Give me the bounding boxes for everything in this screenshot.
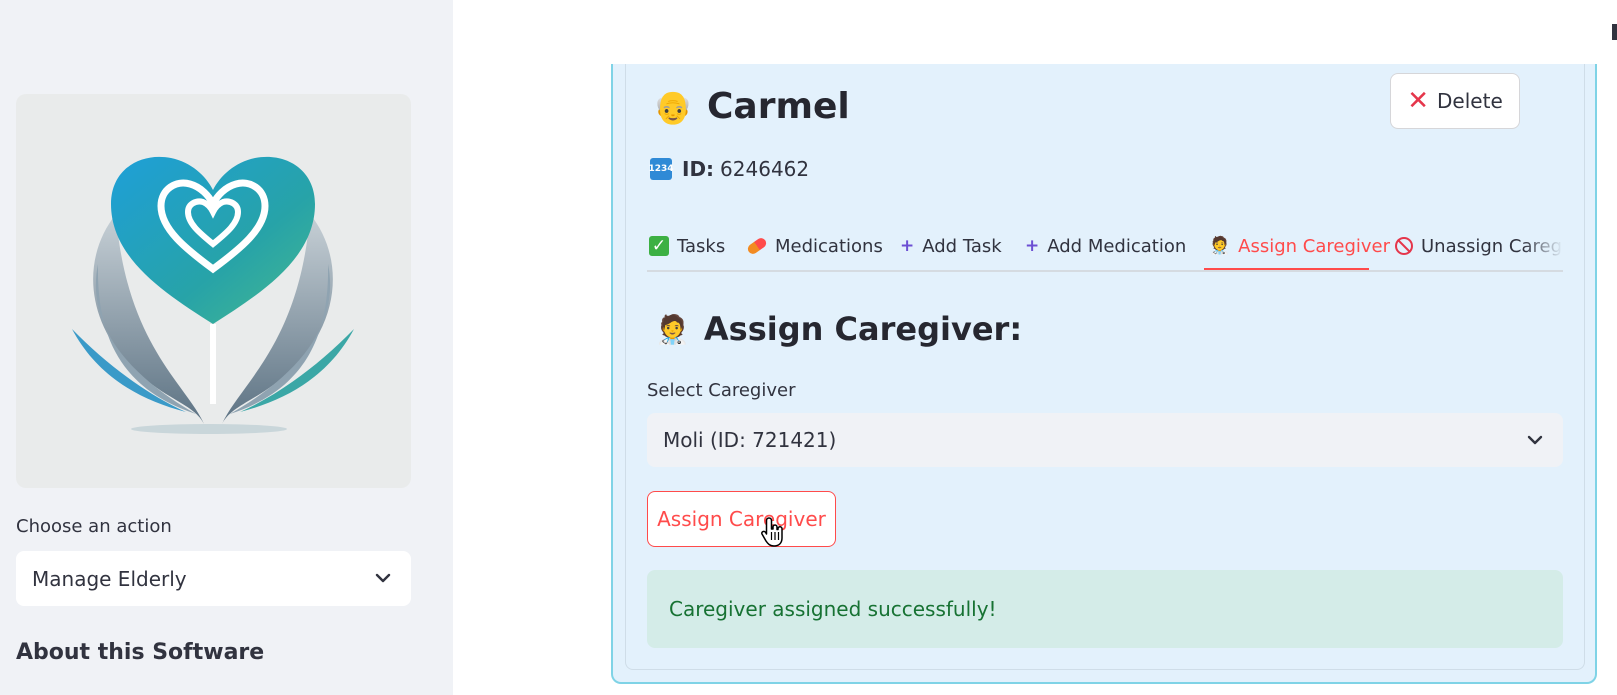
tab-label: Medications xyxy=(775,235,883,257)
health-worker-icon: 🧑‍⚕️ xyxy=(1209,236,1231,256)
assign-caregiver-heading: 🧑‍⚕️ Assign Caregiver: xyxy=(655,310,1022,348)
hand-pointer-cursor-icon xyxy=(761,517,783,547)
numbers-icon: 1234 xyxy=(648,158,674,180)
toolbar-edge-mark xyxy=(1612,24,1617,40)
elderly-name-row: 👴 Carmel xyxy=(653,86,850,127)
caregiver-select[interactable]: Moli (ID: 721421) xyxy=(647,413,1563,467)
success-alert: Caregiver assigned successfully! xyxy=(647,570,1563,648)
tab-overflow-fade xyxy=(1523,212,1563,270)
assign-caregiver-button[interactable]: Assign Caregiver xyxy=(647,491,836,547)
action-select[interactable]: Manage Elderly xyxy=(16,551,411,606)
health-worker-icon: 🧑‍⚕️ xyxy=(655,312,690,346)
action-label: Choose an action xyxy=(16,516,172,537)
tab-assign-caregiver[interactable]: 🧑‍⚕️ Assign Caregiver xyxy=(1209,222,1390,270)
action-select-value: Manage Elderly xyxy=(32,566,187,591)
delete-button[interactable]: ✕ Delete xyxy=(1390,73,1520,129)
chevron-down-icon xyxy=(375,573,391,583)
app-logo xyxy=(16,94,411,488)
active-tab-indicator xyxy=(1204,268,1369,270)
delete-button-label: Delete xyxy=(1437,89,1503,113)
pill-icon xyxy=(745,236,769,256)
close-icon: ✕ xyxy=(1407,86,1430,116)
heart-hands-logo-icon xyxy=(72,156,354,434)
plus-icon: + xyxy=(900,236,915,256)
plus-icon: + xyxy=(1025,236,1040,256)
tab-label: Add Task xyxy=(922,235,1002,257)
old-man-icon: 👴 xyxy=(653,87,693,126)
tab-label: Tasks xyxy=(677,235,726,257)
tab-label: Assign Caregiver xyxy=(1238,235,1391,257)
id-label: ID: xyxy=(682,157,715,181)
no-entry-icon xyxy=(1395,237,1413,255)
tab-add-task[interactable]: + Add Task xyxy=(900,222,1002,270)
tab-label: Add Medication xyxy=(1047,235,1187,257)
chevron-down-icon xyxy=(1527,435,1543,445)
tab-tasks[interactable]: ✓ Tasks xyxy=(649,222,725,270)
caregiver-select-label: Select Caregiver xyxy=(647,380,796,401)
section-title: Assign Caregiver: xyxy=(703,310,1023,348)
tab-medications[interactable]: Medications xyxy=(745,222,883,270)
elderly-id-row: 1234 ID: 6246462 xyxy=(648,157,810,181)
tab-add-medication[interactable]: + Add Medication xyxy=(1025,222,1186,270)
elderly-name: Carmel xyxy=(707,86,850,127)
tab-bar: ✓ Tasks Medications + Add Task + Add Med… xyxy=(647,212,1563,272)
about-heading: About this Software xyxy=(16,640,265,665)
sidebar: Choose an action Manage Elderly About th… xyxy=(0,0,453,695)
id-value: 6246462 xyxy=(720,157,810,181)
caregiver-select-value: Moli (ID: 721421) xyxy=(663,428,837,452)
check-icon: ✓ xyxy=(649,236,669,256)
